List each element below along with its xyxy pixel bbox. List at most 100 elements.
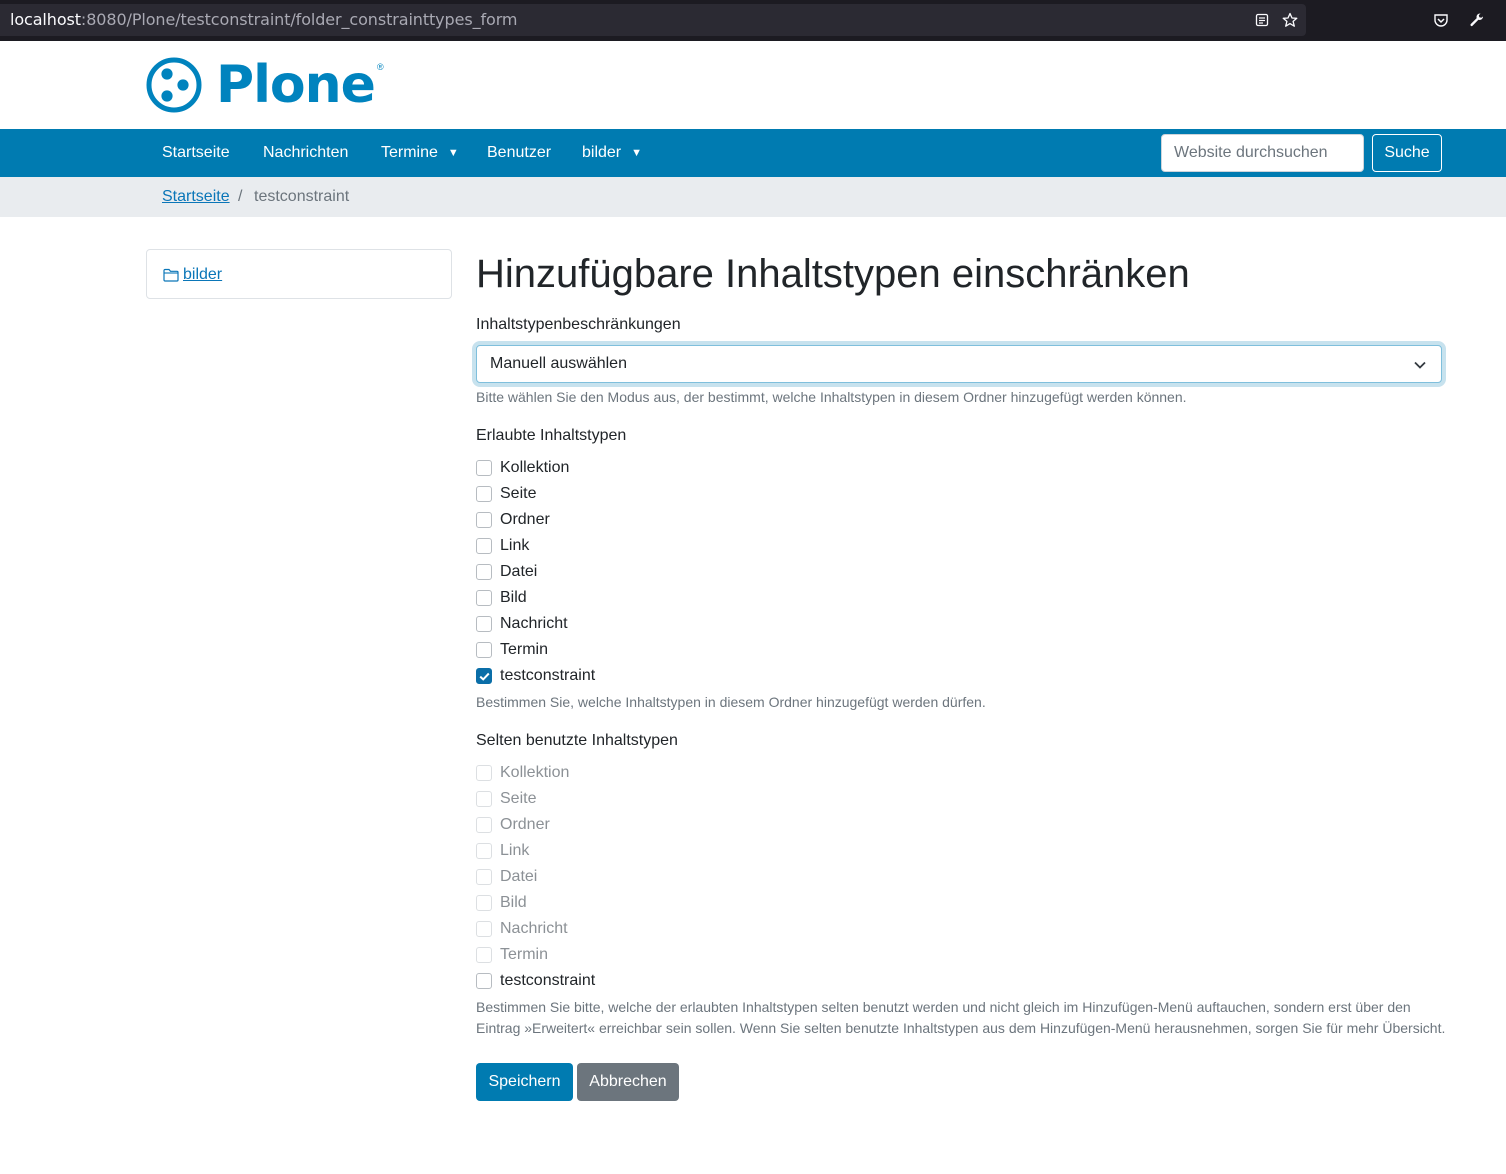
allowed-type-ordner[interactable]: Ordner [476, 509, 550, 531]
allowed-type-seite[interactable]: Seite [476, 483, 536, 505]
reader-view-icon[interactable] [1251, 4, 1273, 36]
search-input[interactable] [1161, 134, 1364, 172]
constraint-mode-select[interactable]: Manuell auswählen [476, 345, 1442, 383]
constraint-mode-label: Inhaltstypenbeschränkungen [476, 316, 681, 333]
checkbox-label: testconstraint [500, 667, 596, 684]
allowed-types-label: Erlaubte Inhaltstypen [476, 427, 627, 444]
breadcrumb-separator: / [238, 188, 243, 205]
nav-item-label: Benutzer [487, 144, 552, 161]
bookmark-star-icon[interactable] [1279, 4, 1301, 36]
checkbox-disabled [476, 947, 492, 963]
allowed-types-help: Bestimmen Sie, welche Inhaltstypen in di… [476, 694, 986, 710]
checkbox[interactable] [476, 973, 492, 989]
plone-logo-icon [146, 57, 202, 113]
checkbox-label: Link [500, 537, 530, 554]
portlet-link-bilder[interactable]: bilder [163, 250, 222, 300]
url-path: :8080/Plone/testconstraint/folder_constr… [80, 10, 518, 29]
search-button[interactable]: Suche [1372, 134, 1442, 172]
constraint-mode-value: Manuell auswählen [490, 355, 627, 372]
secondary-type-ordner: Ordner [476, 814, 550, 836]
allowed-type-bild[interactable]: Bild [476, 587, 527, 609]
url-host: localhost [10, 10, 81, 29]
page-title: Hinzufügbare Inhaltstypen einschränken [476, 252, 1190, 296]
checkbox-label: Bild [500, 894, 527, 911]
checkbox[interactable] [476, 512, 492, 528]
allowed-type-link[interactable]: Link [476, 535, 529, 557]
checkbox-disabled [476, 921, 492, 937]
save-button[interactable]: Speichern [476, 1063, 573, 1101]
nav-item-benutzer[interactable]: Benutzer [487, 129, 551, 177]
checkbox[interactable] [476, 460, 492, 476]
browser-toolbar: localhost:8080/Plone/testconstraint/fold… [0, 0, 1506, 41]
checkbox-disabled [476, 817, 492, 833]
nav-item-termine[interactable]: Termine ▼ [381, 129, 459, 177]
checkbox-label: Datei [500, 563, 538, 580]
secondary-types-label: Selten benutzte Inhaltstypen [476, 732, 678, 749]
checkmark-icon [479, 672, 490, 681]
checkbox-disabled [476, 765, 492, 781]
site-logo[interactable]: Plone ® [146, 56, 384, 114]
breadcrumb-home-link[interactable]: Startseite [162, 177, 230, 217]
allowed-type-kollektion[interactable]: Kollektion [476, 457, 569, 479]
logo-registered-mark: ® [376, 62, 384, 72]
secondary-types-help-line-2: Eintrag »Erweitert« erreichbar sein soll… [476, 1020, 1446, 1036]
checkbox[interactable] [476, 642, 492, 658]
portlet-link-label: bilder [183, 266, 223, 283]
folder-icon [163, 268, 179, 282]
secondary-types-help-line-1: Bestimmen Sie bitte, welche der erlaubte… [476, 999, 1411, 1015]
checkbox-disabled [476, 895, 492, 911]
breadcrumb-current: testconstraint [254, 188, 350, 205]
secondary-type-bild: Bild [476, 892, 527, 914]
checkbox-label: Termin [500, 641, 549, 658]
secondary-type-kollektion: Kollektion [476, 762, 569, 784]
nav-item-label: bilder [582, 144, 622, 161]
nav-item-label: Startseite [162, 144, 230, 161]
nav-item-label: Nachrichten [263, 144, 349, 161]
checkbox-label: Nachricht [500, 920, 568, 937]
secondary-type-link: Link [476, 840, 529, 862]
caret-down-icon[interactable]: ▼ [631, 147, 642, 159]
checkbox[interactable] [476, 538, 492, 554]
url-text: localhost:8080/Plone/testconstraint/fold… [10, 4, 517, 36]
url-field[interactable]: localhost:8080/Plone/testconstraint/fold… [0, 4, 1306, 36]
checkbox[interactable] [476, 486, 492, 502]
secondary-type-termin: Termin [476, 944, 548, 966]
checkbox-disabled [476, 843, 492, 859]
logo-text: Plone [216, 55, 376, 115]
checkbox-checked[interactable] [476, 668, 492, 684]
allowed-type-datei[interactable]: Datei [476, 561, 537, 583]
secondary-type-nachricht: Nachricht [476, 918, 568, 940]
checkbox[interactable] [476, 616, 492, 632]
nav-item-startseite[interactable]: Startseite [162, 129, 230, 177]
checkbox-label: Nachricht [500, 615, 568, 632]
constraint-mode-help: Bitte wählen Sie den Modus aus, der best… [476, 389, 1187, 405]
allowed-type-nachricht[interactable]: Nachricht [476, 613, 568, 635]
checkbox-label: Link [500, 842, 530, 859]
checkbox-label: testconstraint [500, 972, 596, 989]
checkbox-disabled [476, 791, 492, 807]
checkbox-label: Seite [500, 485, 537, 502]
pocket-icon[interactable] [1429, 4, 1453, 36]
allowed-type-termin[interactable]: Termin [476, 639, 548, 661]
secondary-type-seite: Seite [476, 788, 536, 810]
checkbox-label: Ordner [500, 816, 550, 833]
checkbox-label: Kollektion [500, 459, 570, 476]
nav-item-nachrichten[interactable]: Nachrichten [263, 129, 348, 177]
nav-item-bilder[interactable]: bilder ▼ [582, 129, 642, 177]
checkbox-label: Ordner [500, 511, 550, 528]
chevron-down-icon [1414, 361, 1426, 369]
checkbox-label: Seite [500, 790, 537, 807]
caret-down-icon[interactable]: ▼ [448, 147, 459, 159]
checkbox-disabled [476, 869, 492, 885]
secondary-type-testconstraint[interactable]: testconstraint [476, 970, 595, 992]
allowed-type-testconstraint[interactable]: testconstraint [476, 665, 595, 687]
checkbox[interactable] [476, 564, 492, 580]
checkbox[interactable] [476, 590, 492, 606]
cancel-button[interactable]: Abbrechen [577, 1063, 679, 1101]
checkbox-label: Termin [500, 946, 549, 963]
wrench-icon[interactable] [1465, 4, 1489, 36]
checkbox-label: Kollektion [500, 764, 570, 781]
nav-item-label: Termine [381, 144, 438, 161]
checkbox-label: Datei [500, 868, 538, 885]
secondary-type-datei: Datei [476, 866, 537, 888]
